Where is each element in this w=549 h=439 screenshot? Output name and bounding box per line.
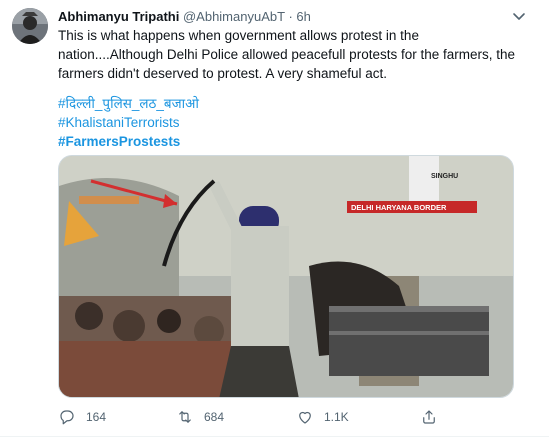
like-count: 1.1K [324,410,349,424]
reply-button[interactable]: 164 [58,404,106,430]
timestamp[interactable]: 6h [296,9,310,24]
tweet: Abhimanyu Tripathi @AbhimanyuAbT · 6h Th… [0,0,549,439]
retweet-icon [176,408,194,426]
tweet-text-line: nation....Although Delhi Police allowed … [58,47,516,62]
reply-icon [58,408,76,426]
chevron-down-icon [513,13,525,20]
author-name[interactable]: Abhimanyu Tripathi [58,9,179,24]
hashtag-link[interactable]: #दिल्ली_पुलिस_लठ_बजाओ [58,94,528,113]
like-button[interactable]: 1.1K [296,404,349,430]
share-button[interactable] [420,404,438,430]
tweet-text-line: farmers didn't deserved to protest. A ve… [58,66,387,81]
retweet-button[interactable]: 684 [176,404,224,430]
tweet-text: This is what happens when government all… [58,26,528,83]
hashtags: #दिल्ली_पुलिस_लठ_बजाओ #KhalistaniTerrori… [58,94,528,151]
author-handle[interactable]: @AbhimanyuAbT [183,9,285,24]
retweet-count: 684 [204,410,225,424]
tweet-text-line: This is what happens when government all… [58,28,419,43]
share-icon [420,408,438,426]
overlay-location-text: SINGHU [431,173,458,180]
heart-icon [296,408,314,426]
tweet-media-image[interactable]: SINGHU DELHI HARYANA BORDER [58,155,514,398]
tweet-header: Abhimanyu Tripathi @AbhimanyuAbT · 6h [58,9,311,27]
overlay-banner-text: DELHI HARYANA BORDER [351,203,447,212]
divider [0,436,549,437]
avatar[interactable] [12,8,48,44]
separator-dot: · [288,9,293,24]
tweet-actions: 164 684 1.1K [58,404,528,430]
hashtag-link[interactable]: #FarmersProstests [58,132,528,151]
reply-count: 164 [86,410,107,424]
more-options-button[interactable] [508,6,530,26]
hashtag-link[interactable]: #KhalistaniTerrorists [58,113,528,132]
